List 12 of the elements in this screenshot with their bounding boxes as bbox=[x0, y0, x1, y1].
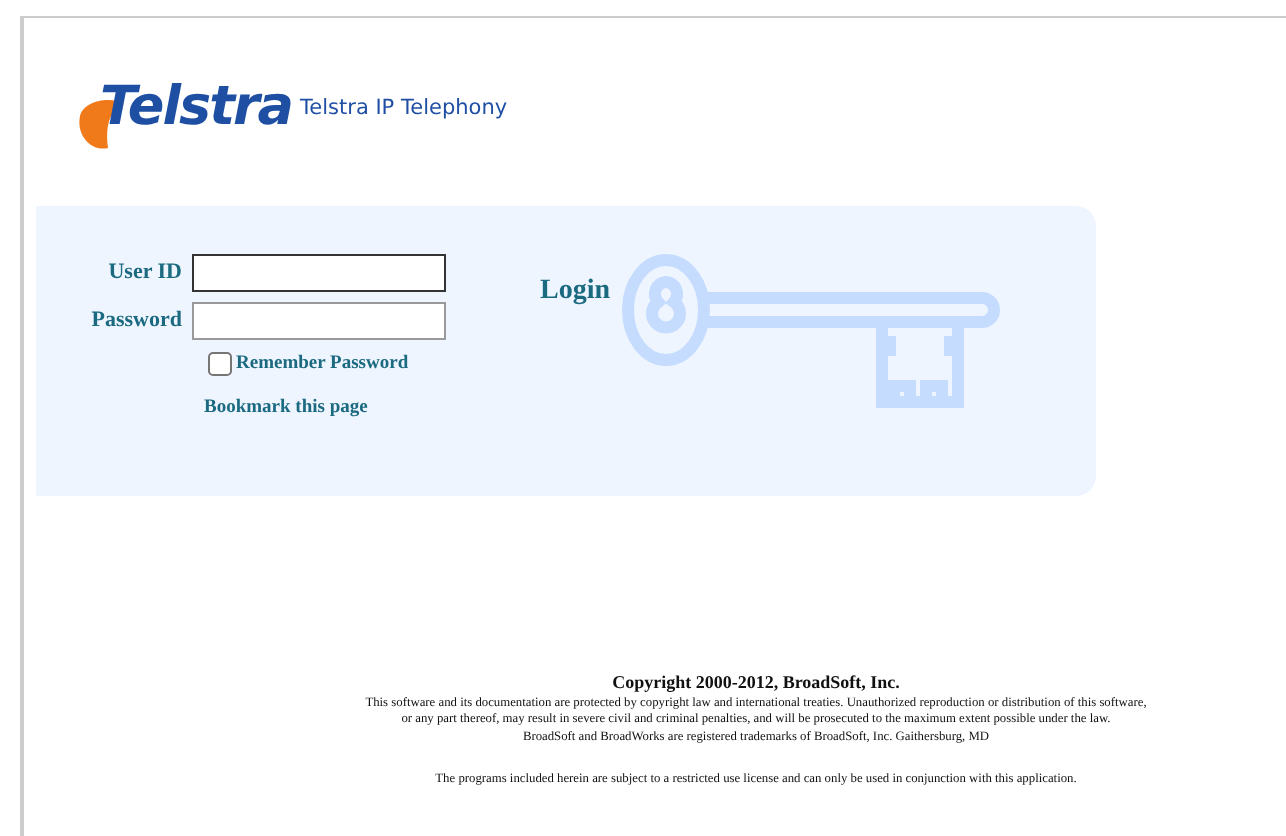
key-icon bbox=[622, 254, 1003, 414]
product-name: Telstra IP Telephony bbox=[300, 94, 508, 125]
field-label: User ID bbox=[106, 258, 184, 289]
remember-checkbox[interactable] bbox=[208, 352, 232, 377]
login-heading: Login bbox=[540, 274, 611, 310]
copyright-text: Copyright 2000-2012, BroadSoft, Inc. bbox=[612, 672, 900, 692]
field-label: Password bbox=[89, 306, 184, 337]
bookmark-link[interactable]: Bookmark this page bbox=[204, 394, 368, 423]
telstra-logo: Telstra bbox=[76, 74, 301, 154]
input-field[interactable] bbox=[192, 254, 446, 292]
checkbox-label: Remember Password bbox=[236, 352, 409, 378]
input-field[interactable] bbox=[192, 302, 446, 340]
